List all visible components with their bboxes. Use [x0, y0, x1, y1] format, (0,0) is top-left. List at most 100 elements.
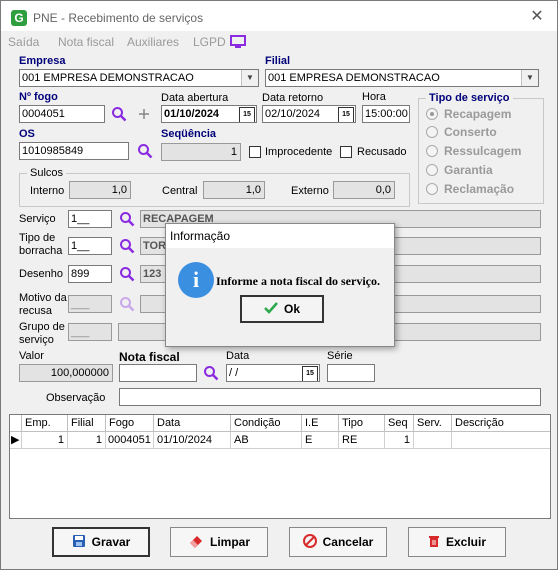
data-nf-input[interactable]: / /15 — [226, 364, 320, 382]
radio-garantia[interactable] — [426, 164, 438, 176]
interno-input[interactable]: 1,0 — [69, 181, 131, 199]
grid-header-data[interactable]: Data — [154, 415, 231, 432]
cancel-icon — [302, 534, 317, 548]
search-icon[interactable] — [203, 365, 219, 381]
observacao-label: Observação — [46, 392, 106, 404]
gravar-button[interactable]: Gravar — [52, 527, 150, 557]
menu-nota-fiscal[interactable]: Nota fiscal — [58, 35, 114, 49]
dialog-message: Informe a nota fiscal do serviço. — [216, 274, 380, 288]
add-icon[interactable] — [138, 108, 150, 120]
search-icon[interactable] — [119, 211, 135, 227]
central-label: Central — [162, 185, 198, 197]
nota-fiscal-input[interactable] — [119, 364, 197, 382]
grid-header-fogo[interactable]: Fogo — [106, 415, 154, 432]
data-nf-label: Data — [226, 350, 250, 362]
excluir-button[interactable]: Excluir — [408, 527, 506, 557]
close-icon[interactable]: ✕ — [527, 7, 547, 27]
radio-reclamacao[interactable] — [426, 183, 438, 195]
grid-header-serv[interactable]: Serv. — [414, 415, 452, 432]
radio-ressulcagem-label: Ressulcagem — [444, 144, 522, 158]
grid-cell-descricao[interactable] — [452, 432, 550, 449]
empresa-combo[interactable]: 001 EMPRESA DEMONSTRACAO ▼ — [19, 69, 259, 87]
fogo-input[interactable]: 0004051 — [19, 105, 105, 123]
chevron-down-icon[interactable]: ▼ — [241, 70, 258, 86]
valor-input: 100,000000 — [19, 364, 113, 382]
window-title: PNE - Recebimento de serviços — [33, 11, 204, 25]
grid-header-condicao[interactable]: Condição — [231, 415, 302, 432]
recusado-checkbox[interactable] — [340, 146, 352, 158]
menu-auxiliares[interactable]: Auxiliares — [127, 35, 179, 49]
grid-header-seq[interactable]: Seq — [385, 415, 414, 432]
grid-cell-emp[interactable]: 1 — [22, 432, 68, 449]
grid-cell-data[interactable]: 01/10/2024 — [154, 432, 231, 449]
filial-label: Filial — [265, 55, 291, 67]
empresa-label: Empresa — [19, 55, 66, 67]
search-icon[interactable] — [137, 143, 153, 159]
grid-cell-filial[interactable]: 1 — [68, 432, 106, 449]
radio-ressulcagem[interactable] — [426, 145, 438, 157]
hora-label: Hora — [362, 91, 386, 103]
menu-lgpd[interactable]: LGPD — [193, 35, 226, 49]
grid-cell-seq[interactable]: 1 — [385, 432, 414, 449]
grid-cell-ie[interactable]: E — [302, 432, 339, 449]
improcedente-checkbox[interactable] — [249, 146, 261, 158]
grid-cell-fogo[interactable]: 0004051 — [106, 432, 154, 449]
tipo-servico-title: Tipo de serviço — [426, 92, 513, 104]
grid-cell-tipo[interactable]: RE — [339, 432, 385, 449]
valor-label: Valor — [19, 350, 44, 362]
calendar-icon[interactable]: 15 — [239, 107, 255, 122]
grid-header-filial[interactable]: Filial — [68, 415, 106, 432]
interno-label: Interno — [30, 185, 65, 197]
data-abertura-input[interactable]: 01/10/2024 15 — [161, 105, 257, 123]
calendar-icon[interactable]: 15 — [338, 107, 354, 122]
os-input[interactable]: 1010985849 — [19, 142, 129, 160]
limpar-button[interactable]: Limpar — [170, 527, 268, 557]
info-icon: i — [178, 262, 214, 298]
observacao-input[interactable] — [119, 388, 541, 406]
grid-indicator-header — [10, 415, 22, 432]
main-window: G PNE - Recebimento de serviços ✕ Saída … — [0, 0, 558, 570]
tipo-borracha-code-input[interactable]: 1__ — [68, 237, 112, 255]
radio-garantia-label: Garantia — [444, 163, 493, 177]
filial-combo[interactable]: 001 EMPRESA DEMONSTRACAO ▼ — [265, 69, 539, 87]
serie-input[interactable] — [327, 364, 375, 382]
radio-reclamacao-label: Reclamação — [444, 182, 515, 196]
radio-conserto[interactable] — [426, 126, 438, 138]
data-retorno-label: Data retorno — [262, 92, 324, 104]
trash-icon — [428, 536, 439, 547]
services-grid[interactable]: Emp. Filial Fogo Data Condição I.E Tipo … — [9, 414, 551, 519]
grid-header-descricao[interactable]: Descrição — [452, 415, 550, 432]
nota-fiscal-label: Nota fiscal — [119, 350, 180, 364]
monitor-icon[interactable] — [230, 35, 246, 49]
eraser-icon — [189, 536, 202, 548]
data-retorno-input[interactable]: 02/10/2024 15 — [262, 105, 356, 123]
servico-label: Serviço — [19, 213, 56, 225]
search-icon[interactable] — [119, 266, 135, 282]
row-pointer-icon: ▶ — [10, 432, 22, 449]
chevron-down-icon[interactable]: ▼ — [521, 70, 538, 86]
app-logo-icon: G — [11, 10, 27, 26]
sulcos-title: Sulcos — [27, 167, 67, 179]
grid-header-ie[interactable]: I.E — [302, 415, 339, 432]
save-icon — [72, 535, 85, 547]
search-icon[interactable] — [111, 106, 127, 122]
grid-header-tipo[interactable]: Tipo — [339, 415, 385, 432]
menu-saida[interactable]: Saída — [8, 35, 39, 49]
cancelar-button[interactable]: Cancelar — [289, 527, 387, 557]
ok-button[interactable]: Ok — [240, 295, 324, 323]
radio-conserto-label: Conserto — [444, 125, 497, 139]
grid-cell-serv[interactable] — [414, 432, 452, 449]
data-abertura-label: Data abertura — [161, 92, 229, 104]
central-input[interactable]: 1,0 — [203, 181, 265, 199]
search-icon[interactable] — [119, 238, 135, 254]
calendar-icon[interactable]: 15 — [302, 366, 318, 381]
sequencia-input: 1 — [161, 143, 241, 161]
grid-cell-condicao[interactable]: AB — [231, 432, 302, 449]
desenho-code-input[interactable]: 899 — [68, 265, 112, 283]
grid-header-emp[interactable]: Emp. — [22, 415, 68, 432]
externo-input[interactable]: 0,0 — [333, 181, 395, 199]
servico-code-input[interactable]: 1__ — [68, 210, 112, 228]
hora-input[interactable]: 15:00:00 — [362, 105, 410, 123]
radio-recapagem[interactable] — [426, 108, 438, 120]
info-dialog: Informação i Informe a nota fiscal do se… — [165, 223, 395, 347]
